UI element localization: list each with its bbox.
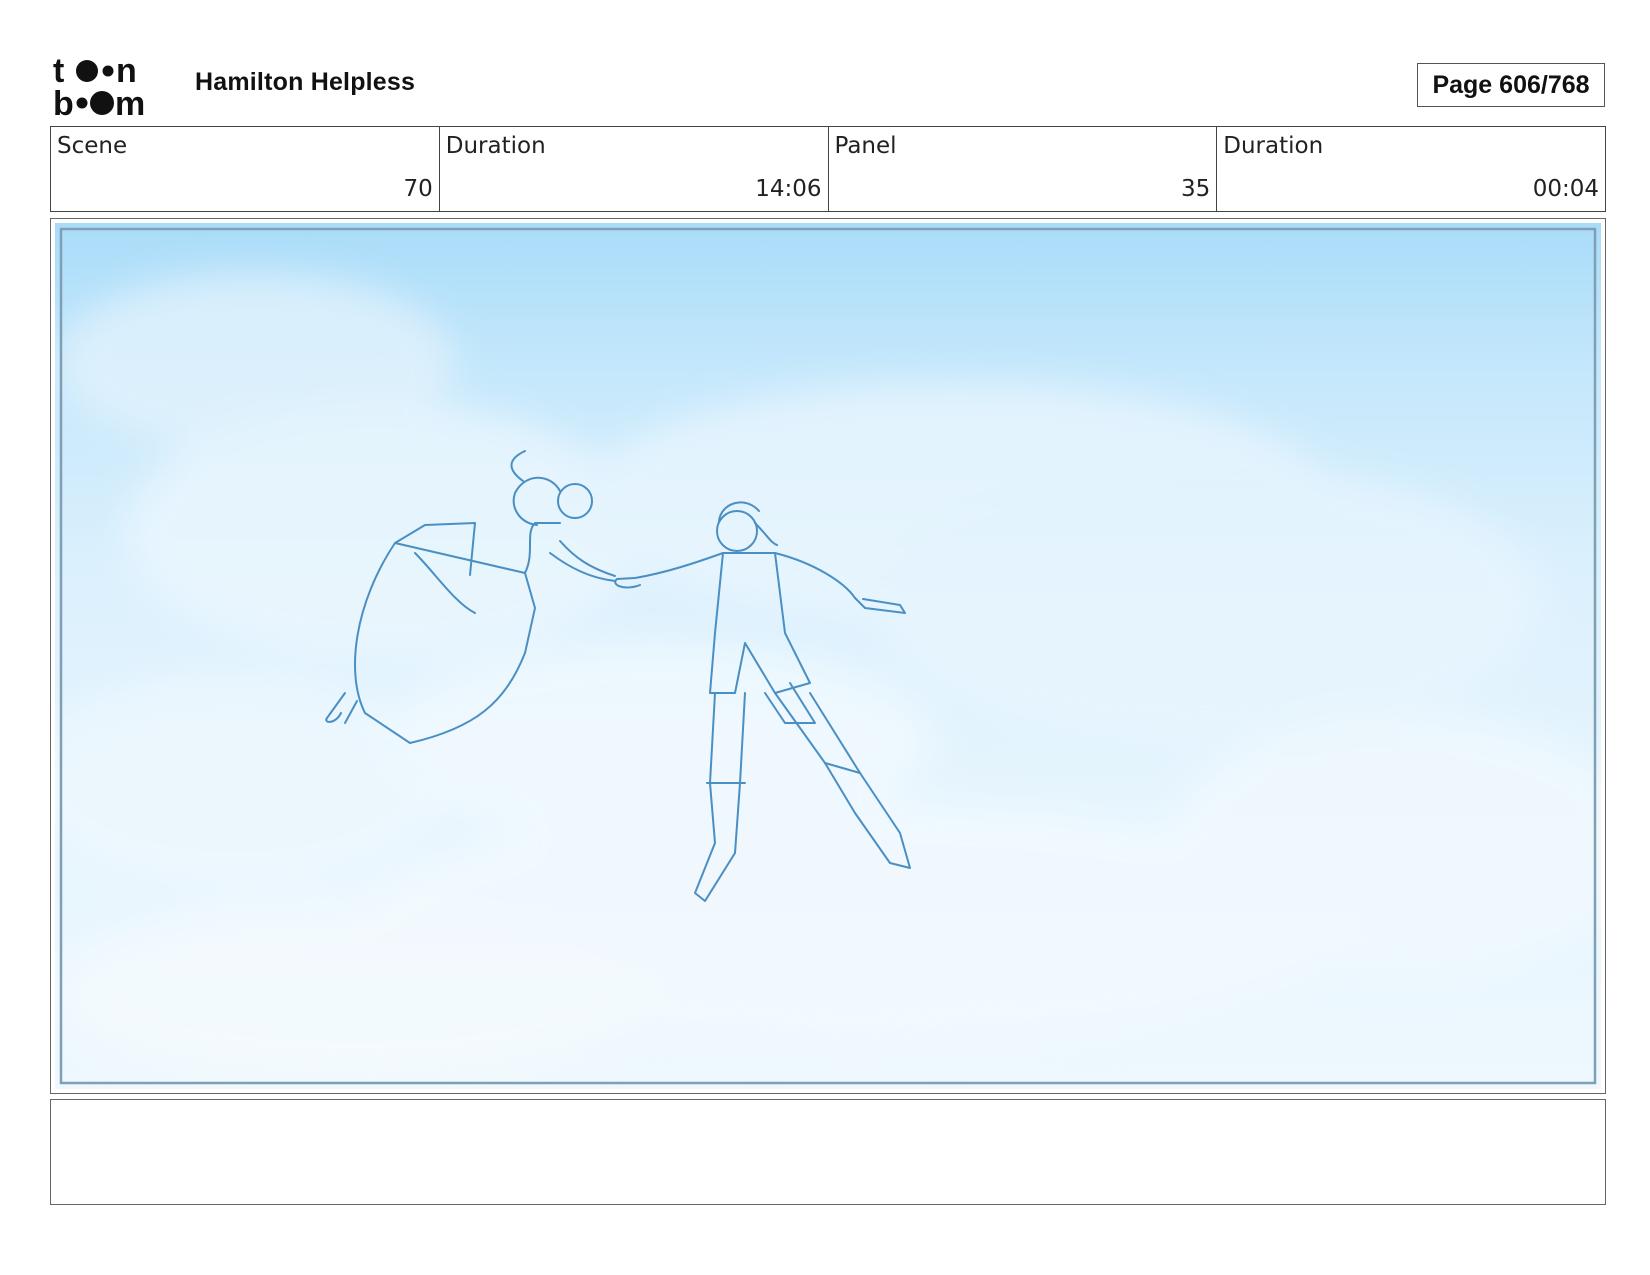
panel-notes-box [50,1099,1606,1205]
panel-label: Panel [834,133,897,159]
panel-duration-label: Duration [1223,133,1324,159]
scene-info-table: Scene 70 Duration 14:06 Panel 35 Duratio… [50,126,1606,212]
scene-duration-cell: Duration 14:06 [440,127,829,211]
page-indicator: Page 606/768 [1417,63,1605,107]
page-label: Page [1432,70,1493,99]
panel-duration-value: 00:04 [1532,176,1599,202]
page-number: 606/768 [1499,70,1590,99]
toon-boom-logo: t n b m [53,54,145,118]
svg-text:m: m [115,85,145,118]
scene-value: 70 [403,176,433,202]
clouds [55,273,1601,1083]
storyboard-panel-image [55,223,1601,1089]
svg-text:b: b [53,85,74,118]
scene-label: Scene [57,133,128,159]
scene-duration-label: Duration [445,133,546,159]
scene-cell: Scene 70 [51,127,440,211]
panel-cell: Panel 35 [829,127,1218,211]
panel-value: 35 [1180,176,1211,202]
scene-duration-value: 14:06 [755,176,822,202]
project-title: Hamilton Helpless [195,68,416,96]
storyboard-panel-frame [50,218,1606,1094]
panel-duration-cell: Duration 00:04 [1217,127,1605,211]
sky-scene-drawing [55,227,1601,1085]
